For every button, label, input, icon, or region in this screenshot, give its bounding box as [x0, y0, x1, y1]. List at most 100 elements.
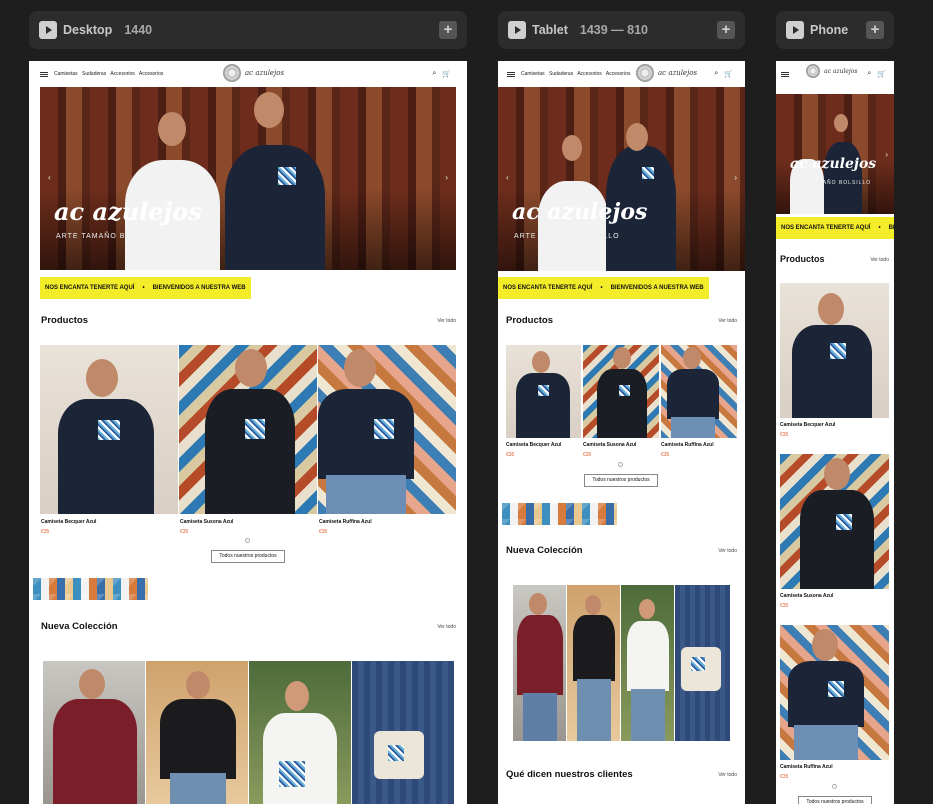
nav-links: Camisetas Sudaderas Accesorios Accesorio… — [54, 71, 166, 77]
product-price: €35 — [180, 529, 189, 535]
all-products-button[interactable]: Todos nuestros productos — [584, 474, 658, 487]
sweatshirt — [573, 615, 615, 681]
product-name[interactable]: Camiseta Becquer Azul — [506, 442, 561, 448]
product-image[interactable] — [780, 454, 889, 589]
hero-title: ac azulejos — [54, 197, 202, 226]
announcement-text: NOS ENCANTA TENERTE AQUÍ — [45, 285, 135, 291]
plus-icon[interactable]: + — [439, 21, 457, 39]
all-products-button[interactable]: Todos nuestros productos — [211, 550, 285, 563]
sweatshirt — [160, 699, 236, 779]
chevron-left-icon[interactable]: ‹ — [48, 173, 51, 182]
nav-link[interactable]: Sudaderas — [82, 71, 106, 77]
model-head — [532, 351, 550, 373]
play-icon[interactable] — [39, 21, 57, 39]
phone-frame-header[interactable]: Phone + — [776, 11, 894, 49]
carousel-dot[interactable] — [245, 538, 250, 543]
hero-subtitle: ARTE TAMAÑO BOLSILLO — [790, 180, 872, 186]
product-image[interactable] — [40, 345, 178, 514]
cart-icon[interactable]: 🛒 — [724, 70, 733, 78]
collection-image[interactable] — [43, 661, 145, 804]
collection-image[interactable] — [675, 585, 730, 741]
search-icon[interactable]: ⌕ — [432, 70, 436, 78]
carousel-dot[interactable] — [618, 462, 623, 467]
chevron-right-icon[interactable]: › — [885, 150, 888, 159]
carousel-dot[interactable] — [832, 784, 837, 789]
chevron-right-icon[interactable]: › — [734, 173, 737, 182]
product-name[interactable]: Camiseta Ruffina Azul — [319, 519, 372, 525]
collection-image[interactable] — [352, 661, 454, 804]
announcement-bar: NOS ENCANTA TENERTE AQUÍ • BIENVENIDOS A… — [40, 277, 251, 299]
nav-link[interactable]: Accesorios — [577, 71, 601, 77]
view-all-link[interactable]: Ver todo — [718, 772, 737, 778]
tshirt — [516, 373, 570, 438]
menu-icon[interactable] — [781, 71, 789, 77]
frame-name: Phone — [810, 23, 849, 37]
nav-icons: ⌕ 🛒 — [867, 70, 886, 78]
tshirt — [627, 621, 669, 691]
logo[interactable]: ac azulejos — [223, 64, 284, 82]
cart-icon[interactable]: 🛒 — [877, 70, 886, 78]
product-name[interactable]: Camiseta Susona Azul — [180, 519, 233, 525]
product-name[interactable]: Camiseta Susona Azul — [583, 442, 636, 448]
nav-link[interactable]: Accesorios — [606, 71, 630, 77]
nav-link[interactable]: Accesorios — [110, 71, 134, 77]
view-all-link[interactable]: Ver todo — [718, 548, 737, 554]
desktop-frame-header[interactable]: Desktop 1440 + — [29, 11, 467, 49]
nav-link[interactable]: Accesorios — [139, 71, 163, 77]
phone-frame: ac azulejos ⌕ 🛒 › ac azulejos ARTE TAMAÑ… — [776, 61, 894, 804]
view-all-link[interactable]: Ver todo — [437, 624, 456, 630]
product-price: €35 — [41, 529, 50, 535]
menu-icon[interactable] — [507, 71, 515, 77]
play-icon[interactable] — [786, 21, 804, 39]
model-head — [639, 599, 655, 619]
search-icon[interactable]: ⌕ — [714, 70, 718, 78]
nav-link[interactable]: Camisetas — [54, 71, 78, 77]
tshirt — [58, 399, 154, 514]
tablet-frame-header[interactable]: Tablet 1439 — 810 + — [498, 11, 745, 49]
product-image[interactable] — [506, 345, 581, 438]
chevron-right-icon[interactable]: › — [445, 173, 448, 182]
product-name[interactable]: Camiseta Ruffina Azul — [661, 442, 714, 448]
product-name[interactable]: Camiseta Ruffina Azul — [780, 764, 833, 770]
product-image[interactable] — [583, 345, 659, 438]
product-image[interactable] — [661, 345, 737, 438]
hero-title: ac azulejos — [512, 199, 648, 225]
announcement-text: NOS ENCANTA TENERTE AQUÍ — [503, 285, 593, 291]
logo[interactable]: ac azulejos — [636, 64, 697, 82]
hero-subtitle: ARTE TAMAÑO BOLSILLO — [514, 233, 620, 240]
all-products-button[interactable]: Todos nuestros productos — [798, 796, 872, 804]
view-all-link[interactable]: Ver todo — [870, 257, 889, 263]
product-image[interactable] — [318, 345, 456, 514]
product-name[interactable]: Camiseta Susona Azul — [780, 593, 833, 599]
product-image[interactable] — [780, 283, 889, 418]
collection-image[interactable] — [567, 585, 620, 741]
tshirt — [792, 325, 872, 418]
model-head — [86, 359, 118, 397]
product-name[interactable]: Camiseta Becquer Azul — [780, 422, 835, 428]
collection-image[interactable] — [146, 661, 248, 804]
nav-link[interactable]: Sudaderas — [549, 71, 573, 77]
nav-link[interactable]: Camisetas — [521, 71, 545, 77]
collection-image[interactable] — [621, 585, 674, 741]
plus-icon[interactable]: + — [717, 21, 735, 39]
product-name[interactable]: Camiseta Becquer Azul — [41, 519, 96, 525]
announcement-text: BIENVENIDOS A NUESTRA WEB — [610, 285, 704, 291]
cart-icon[interactable]: 🛒 — [442, 70, 451, 78]
search-icon[interactable]: ⌕ — [867, 70, 871, 78]
view-all-link[interactable]: Ver todo — [718, 318, 737, 324]
collection-image[interactable] — [249, 661, 351, 804]
plus-icon[interactable]: + — [866, 21, 884, 39]
menu-icon[interactable] — [40, 71, 48, 77]
logo[interactable]: ac azulejos — [806, 64, 857, 78]
product-image[interactable] — [780, 625, 889, 760]
tablet-frame: Camisetas Sudaderas Accesorios Accesorio… — [498, 61, 745, 804]
chevron-left-icon[interactable]: ‹ — [506, 173, 509, 182]
product-image[interactable] — [179, 345, 317, 514]
play-icon[interactable] — [508, 21, 526, 39]
model-head — [818, 293, 844, 325]
collection-image[interactable] — [513, 585, 566, 741]
frame-size: 1440 — [124, 23, 153, 37]
logo-text: ac azulejos — [824, 67, 858, 75]
view-all-link[interactable]: Ver todo — [437, 318, 456, 324]
jeans — [577, 679, 611, 741]
